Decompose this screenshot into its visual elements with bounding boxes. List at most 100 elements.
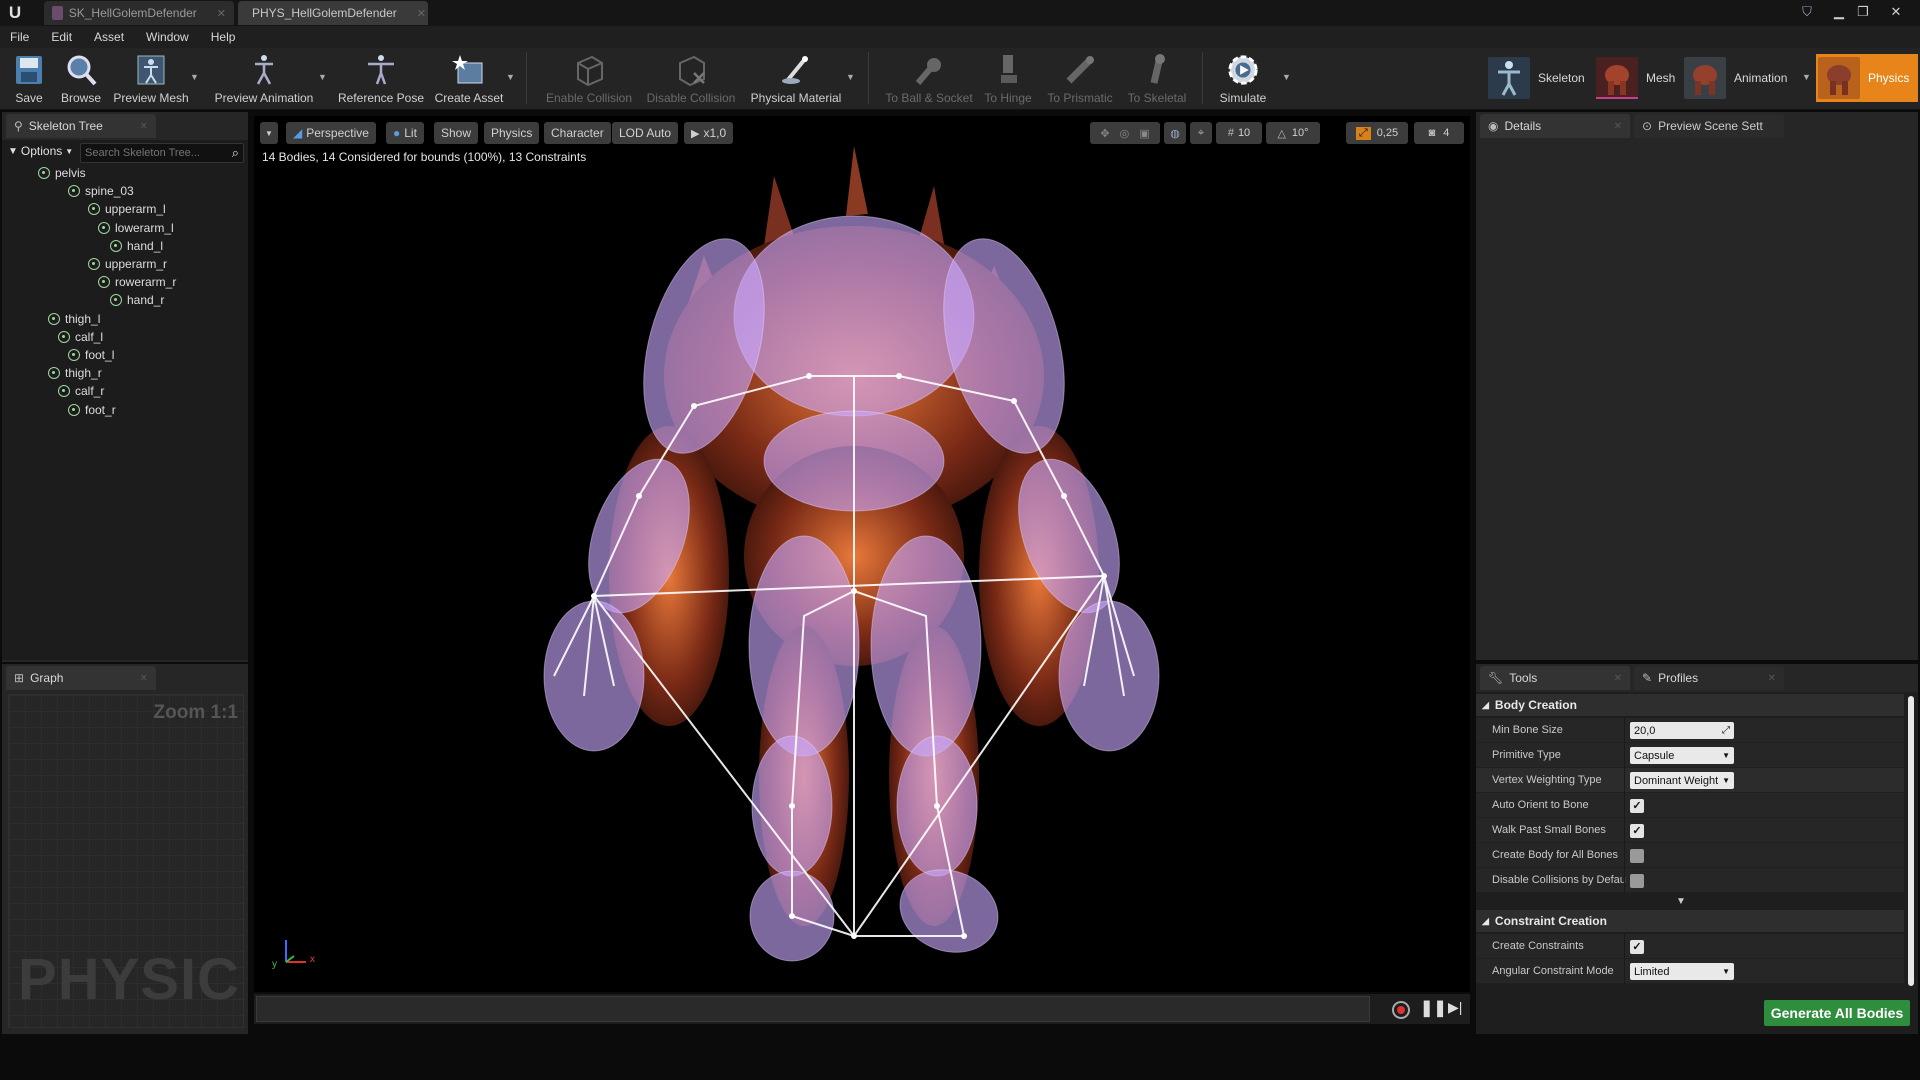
mode-skeleton[interactable]: Skeleton [1488,54,1591,102]
step-forward-icon[interactable]: ▶| [1448,999,1462,1016]
close-icon[interactable]: ✕ [140,121,148,132]
reset-arrow-icon[interactable]: ⤢ [1722,725,1730,736]
preview-mesh-button[interactable]: Preview Mesh [112,50,190,108]
mode-mesh[interactable]: Mesh [1596,54,1681,102]
perspective-button[interactable]: ◢ Perspective [286,122,376,144]
menu-window[interactable]: Window [146,30,189,44]
character-menu-button[interactable]: Character [544,122,611,144]
playback-speed-button[interactable]: ▶ x1,0 [684,122,734,144]
options-button[interactable]: ▼ Options ▼ [8,144,73,158]
body-creation-section[interactable]: ◢ Body Creation [1476,694,1904,716]
browse-button[interactable]: Browse [56,50,106,108]
close-icon[interactable]: ✕ [1768,673,1776,684]
simulate-dropdown-icon[interactable]: ▼ [1282,72,1292,82]
tools-scrollbar[interactable] [1908,696,1914,986]
minimize-button[interactable]: ▁ [1828,2,1850,22]
bone-item-hand_l[interactable]: hand_l [110,237,163,255]
search-skeleton-field[interactable]: ⌕ [80,143,244,163]
menu-edit[interactable]: Edit [51,30,72,44]
reference-pose-button[interactable]: Reference Pose [336,50,426,108]
create-asset-dropdown-icon[interactable]: ▼ [506,72,516,82]
create-constraints-checkbox[interactable]: ✓ [1630,940,1644,954]
close-window-button[interactable]: ✕ [1885,2,1907,22]
enable-collision-button[interactable]: Enable Collision [542,50,636,108]
create-all-bones-checkbox[interactable] [1630,849,1644,863]
disable-collision-button[interactable]: Disable Collision [642,50,740,108]
search-input[interactable] [81,144,219,162]
viewport-options-button[interactable]: ▼ [260,122,278,144]
create-asset-button[interactable]: Create Asset [432,50,506,108]
walk-past-checkbox[interactable]: ✓ [1630,824,1644,838]
restore-button[interactable]: ❐ [1852,2,1874,22]
show-button[interactable]: Show [434,122,479,144]
generate-all-bodies-button[interactable]: Generate All Bodies [1764,1000,1910,1026]
expand-advanced-icon[interactable]: ▼ [1676,896,1686,907]
grid-snap-button[interactable]: # 10 [1216,122,1262,144]
auto-orient-checkbox[interactable]: ✓ [1630,799,1644,813]
viewport[interactable]: 14 Bodies, 14 Considered for bounds (100… [254,116,1470,992]
constraint-creation-section[interactable]: ◢ Constraint Creation [1476,910,1904,932]
mode-physics[interactable]: Physics [1816,54,1918,102]
pause-icon[interactable]: ❚❚ [1420,998,1447,1018]
golem-physics-render[interactable] [254,116,1470,992]
close-icon[interactable]: ✕ [140,673,148,684]
physics-menu-button[interactable]: Physics [484,122,540,144]
bone-item-foot_l[interactable]: foot_l [68,346,114,364]
transform-tools-group[interactable]: ✥ ◎ ▣ [1090,122,1160,144]
bone-item-upperarm_r[interactable]: upperarm_r [88,255,167,273]
close-icon[interactable]: ✕ [1614,673,1622,684]
animation-dropdown-icon[interactable]: ▼ [1802,72,1812,82]
bone-item-pelvis[interactable]: pelvis [38,164,86,182]
save-button[interactable]: Save [8,50,50,108]
tab-profiles[interactable]: ✎ Profiles ✕ [1634,666,1784,690]
bone-item-hand_r[interactable]: hand_r [110,291,164,309]
tab-graph[interactable]: ⊞ Graph ✕ [6,666,156,690]
bone-item-lowerarm_l[interactable]: lowerarm_l [98,219,174,237]
preview-animation-button[interactable]: Preview Animation [210,50,318,108]
preview-animation-dropdown-icon[interactable]: ▼ [318,72,328,82]
physical-material-button[interactable]: Physical Material [746,50,846,108]
angular-mode-select[interactable]: Limited ▼ [1630,963,1734,980]
tab-skeletal-mesh[interactable]: SK_HellGolemDefender ✕ [44,1,234,25]
tab-skeleton-tree[interactable]: ⚲ Skeleton Tree ✕ [6,114,156,138]
bone-item-spine_03[interactable]: spine_03 [68,182,134,200]
disable-collisions-checkbox[interactable] [1630,874,1644,888]
physical-material-dropdown-icon[interactable]: ▼ [846,72,856,82]
tab-preview-scene-settings[interactable]: ⊙ Preview Scene Sett [1634,114,1784,138]
min-bone-size-field[interactable]: 20,0 ⤢ [1630,722,1734,739]
tab-details[interactable]: ◉ Details ✕ [1480,114,1630,138]
search-icon[interactable]: ⌕ [232,145,239,161]
close-icon[interactable]: ✕ [217,7,226,20]
to-hinge-button[interactable]: To Hinge [980,50,1036,108]
world-space-icon[interactable]: ◍ [1164,122,1186,144]
notification-icon[interactable]: ⛉ [1796,2,1818,22]
primitive-type-select[interactable]: Capsule ▼ [1630,747,1734,764]
simulate-button[interactable]: Simulate [1212,50,1274,108]
scale-snap-button[interactable]: ⤢ 0,25 [1346,122,1408,144]
record-button[interactable] [1392,1001,1410,1019]
bone-item-rowerarm_r[interactable]: rowerarm_r [98,273,176,291]
unreal-logo-icon[interactable]: U [4,2,26,24]
surface-snap-icon[interactable]: ⌖ [1190,122,1212,144]
close-icon[interactable]: ✕ [1614,121,1622,132]
rotation-snap-button[interactable]: △ 10° [1266,122,1320,144]
vertex-weighting-select[interactable]: Dominant Weight ▼ [1630,772,1734,789]
preview-mesh-dropdown-icon[interactable]: ▼ [190,72,200,82]
lod-button[interactable]: LOD Auto [612,122,679,144]
menu-asset[interactable]: Asset [94,30,124,44]
bone-item-calf_r[interactable]: calf_r [58,382,104,400]
to-ball-socket-button[interactable]: To Ball & Socket [880,50,978,108]
bone-item-foot_r[interactable]: foot_r [68,401,116,419]
to-skeletal-button[interactable]: To Skeletal [1124,50,1190,108]
bone-item-upperarm_l[interactable]: upperarm_l [88,200,166,218]
camera-speed-button[interactable]: ◙ 4 [1414,122,1464,144]
lit-button[interactable]: ● Lit [386,122,424,144]
tab-physics-asset[interactable]: PHYS_HellGolemDefender ✕ [238,1,428,25]
menu-help[interactable]: Help [211,30,236,44]
to-prismatic-button[interactable]: To Prismatic [1044,50,1116,108]
bone-item-calf_l[interactable]: calf_l [58,328,103,346]
tab-tools[interactable]: 🔧︎ Tools ✕ [1480,666,1630,690]
close-icon[interactable]: ✕ [417,7,426,20]
bone-item-thigh_l[interactable]: thigh_l [48,310,100,328]
mode-animation[interactable]: Animation [1684,54,1793,102]
